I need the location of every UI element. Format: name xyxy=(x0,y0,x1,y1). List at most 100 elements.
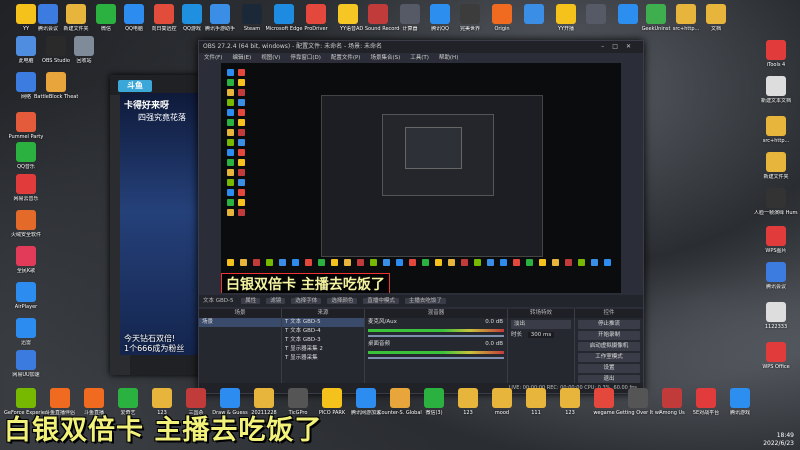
desktop-icon[interactable]: QQ音乐 xyxy=(4,142,48,170)
desktop-icon[interactable]: src+http... xyxy=(754,116,798,144)
controls-dock: 控件 停止推流 开始录制 启动虚拟摄像机 工作室模式 设置 退出 xyxy=(575,309,643,393)
desktop-icon[interactable]: 1122333 xyxy=(754,302,798,330)
desktop-icon[interactable]: WPS Office xyxy=(754,342,798,370)
app-icon xyxy=(50,388,70,408)
control-buttons: 停止推流 开始录制 启动虚拟摄像机 工作室模式 设置 退出 xyxy=(575,320,643,384)
source-toolbar-button[interactable]: 滤镜 xyxy=(266,298,286,304)
desktop-icon-label: 新建文件夹 xyxy=(763,174,789,180)
mixer-channel: 麦克风/Aux 0.0 dB xyxy=(365,318,507,337)
window-controls[interactable]: –□✕ xyxy=(601,41,639,53)
control-button[interactable]: 启动虚拟摄像机 xyxy=(578,342,640,351)
app-icon xyxy=(16,318,36,338)
desktop-icon[interactable]: iTools 4 xyxy=(754,40,798,68)
source-toolbar-button[interactable]: 选择字体 xyxy=(291,298,322,304)
obs-source-toolbar: 文本 GBD-5 属性 滤镜 选择字体 选择颜色 直播中模式 主播去吃饭了 xyxy=(199,295,643,307)
douyu-chat: 今天钻石双倍! 1个666成为粉丝 xyxy=(124,334,206,354)
mixer-channel: 桌面音频 0.0 dB xyxy=(365,340,507,359)
desktop-icon[interactable]: 文档 xyxy=(694,4,738,32)
desktop-icon[interactable]: 人脸一帧演绎 Human Fa... xyxy=(754,188,798,216)
desktop-icon-label: 人脸一帧演绎 Human Fa... xyxy=(754,210,798,216)
desktop-icon[interactable]: BattleBlock Theater xyxy=(34,72,78,100)
app-icon xyxy=(766,188,786,208)
app-icon xyxy=(424,388,444,408)
app-icon xyxy=(338,4,358,24)
app-icon xyxy=(16,282,36,302)
menu-item[interactable]: 停靠窗口(D) xyxy=(290,55,321,61)
douyu-subline: 四强究竟花落 xyxy=(138,113,186,122)
app-icon xyxy=(766,40,786,60)
desktop-icon-label: Origin xyxy=(494,26,510,32)
control-button[interactable]: 设置 xyxy=(578,364,640,373)
control-button[interactable]: 停止推流 xyxy=(578,320,640,329)
overlay-caption: 白银双倍卡 主播去吃饭了 xyxy=(4,415,323,446)
app-icon xyxy=(288,388,308,408)
menu-item[interactable]: 工具(T) xyxy=(410,55,429,61)
sources-dock: 来源 T 文本 GBD-5 T 文本 GBD-4 T 文本 GBD-3 T 显示器采集… xyxy=(282,309,365,393)
desktop-icon-label: 回收站 xyxy=(76,58,92,64)
source-item[interactable]: T 文本 GBD-5 xyxy=(282,318,364,327)
douyu-stream-frame xyxy=(120,93,204,355)
taskbar-clock[interactable]: 18:49 2022/6/23 xyxy=(720,432,800,450)
desktop-icon[interactable]: 腾讯游戏 xyxy=(718,388,762,416)
source-item[interactable]: T 显示器采集 2 xyxy=(282,345,364,354)
preview-taskbar-icons xyxy=(227,259,613,266)
desktop-icon[interactable]: 全民K歌 xyxy=(4,246,48,274)
menu-item[interactable]: 文件(F) xyxy=(204,55,222,61)
obs-titlebar[interactable]: OBS 27.2.4 (64 bit, windows) - 配置文件: 未命名… xyxy=(199,41,643,53)
control-button[interactable]: 工作室模式 xyxy=(578,353,640,362)
scene-item[interactable]: 场景 xyxy=(199,318,281,327)
desktop-icon[interactable]: 网易云音乐 xyxy=(4,174,48,202)
chat-line: 1个666成为粉丝 xyxy=(124,344,185,353)
menu-item[interactable]: 配置文件(P) xyxy=(331,55,361,61)
desktop-icon[interactable]: Pummel Party xyxy=(4,112,48,140)
source-item[interactable]: T 文本 GBD-3 xyxy=(282,336,364,345)
app-icon xyxy=(662,388,682,408)
scenes-dock-title: 场景 xyxy=(199,309,281,318)
obs-menubar: 文件(F) 编辑(E) 视图(V) 停靠窗口(D) 配置文件(P) 场景集合(S) 工具(T… xyxy=(199,53,643,63)
desktop-icon[interactable]: 回收站 xyxy=(62,36,106,64)
source-toolbar-button[interactable]: 选择颜色 xyxy=(327,298,358,304)
app-icon xyxy=(356,388,376,408)
desktop-icon-label: 网易UU加速 xyxy=(12,372,40,378)
desktop-icon[interactable]: 网易UU加速 xyxy=(4,350,48,378)
app-icon xyxy=(16,36,36,56)
app-icon xyxy=(556,4,576,24)
transition-type-select[interactable]: 淡出 xyxy=(511,320,571,329)
source-toolbar-button[interactable]: 属性 xyxy=(241,298,261,304)
desktop-icon-label: 腾讯会议 xyxy=(765,284,786,290)
menu-item[interactable]: 编辑(E) xyxy=(232,55,251,61)
duration-input[interactable]: 300 ms xyxy=(527,332,555,338)
desktop-icon[interactable]: AirPlayer xyxy=(4,282,48,310)
desktop-icon[interactable]: 火绒安全软件 xyxy=(4,210,48,238)
mixer-dock: 混音器 麦克风/Aux 0.0 dB 桌面音频 0.0 dB xyxy=(365,309,508,393)
obs-window[interactable]: OBS 27.2.4 (64 bit, windows) - 配置文件: 未命名… xyxy=(198,40,644,394)
source-toolbar-button[interactable]: 直播中模式 xyxy=(363,298,399,304)
close-icon[interactable]: ✕ xyxy=(626,43,639,50)
nested-preview-2 xyxy=(382,114,494,196)
desktop-icon[interactable]: 迅雷 xyxy=(4,318,48,346)
app-icon xyxy=(766,116,786,136)
app-icon xyxy=(16,246,36,266)
desktop-icon[interactable]: 新建文件夹 xyxy=(754,152,798,180)
obs-preview[interactable]: 白银双倍卡 主播去吃饭了 xyxy=(221,63,621,293)
menu-item[interactable]: 视图(V) xyxy=(261,55,280,61)
app-icon xyxy=(524,4,544,24)
mixer-channel-name: 麦克风/Aux xyxy=(368,319,397,325)
maximize-icon[interactable]: □ xyxy=(612,43,626,50)
preview-caption[interactable]: 白银双倍卡 主播去吃饭了 xyxy=(221,273,390,293)
transitions-dock: 转场特效 淡出 时长 300 ms xyxy=(508,309,575,393)
source-toolbar-button[interactable]: 主播去吃饭了 xyxy=(404,298,446,304)
minimize-icon[interactable]: – xyxy=(601,43,612,50)
app-icon xyxy=(730,388,750,408)
volume-slider[interactable] xyxy=(368,357,504,359)
source-item[interactable]: T 文本 GBD-4 xyxy=(282,327,364,336)
source-item[interactable]: T 显示器采集 xyxy=(282,354,364,363)
volume-slider[interactable] xyxy=(368,335,504,337)
menu-item[interactable]: 帮助(H) xyxy=(439,55,458,61)
scenes-dock: 场景 场景 xyxy=(199,309,282,393)
menu-item[interactable]: 场景集合(S) xyxy=(370,55,400,61)
desktop-icon[interactable]: WPS图片 xyxy=(754,226,798,254)
desktop-icon[interactable]: 新建文本文档 xyxy=(754,76,798,104)
desktop-icon[interactable]: 腾讯会议 xyxy=(754,262,798,290)
control-button[interactable]: 开始录制 xyxy=(578,331,640,340)
